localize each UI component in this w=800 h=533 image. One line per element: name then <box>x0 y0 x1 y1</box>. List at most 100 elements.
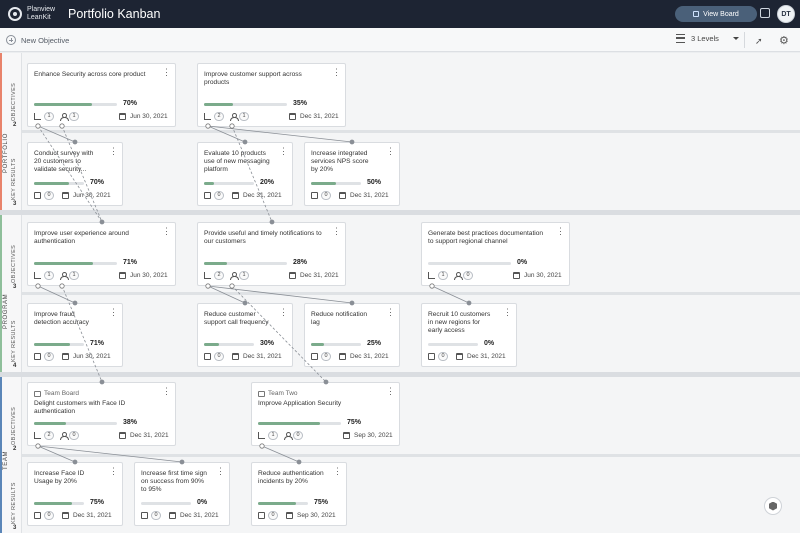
check-count-badge[interactable]: 0 <box>438 352 448 361</box>
program-objectives-label: OBJECTIVES <box>11 244 17 283</box>
owners-count-badge[interactable]: 1 <box>239 112 249 121</box>
card-title[interactable]: Improve fraud detection accuracy <box>34 311 100 327</box>
card-footer: 0 Jun 30, 2021 <box>34 352 116 362</box>
children-count-badge[interactable]: 1 <box>438 271 448 280</box>
more-options-icon[interactable]: ⋮ <box>332 227 341 236</box>
more-options-icon[interactable]: ⋮ <box>386 147 395 156</box>
notifications-icon[interactable] <box>760 8 770 18</box>
more-options-icon[interactable]: ⋮ <box>109 308 118 317</box>
owners-count-badge[interactable]: 1 <box>69 271 79 280</box>
children-count-badge[interactable]: 1 <box>44 271 54 280</box>
progress-bar <box>204 262 287 265</box>
more-options-icon[interactable]: ⋮ <box>279 308 288 317</box>
new-objective-button[interactable]: New Objective <box>6 35 69 45</box>
card-title[interactable]: Provide useful and timely notifications … <box>204 230 323 246</box>
key-result-card[interactable]: Conduct survey with 20 customers to vali… <box>27 142 123 206</box>
objective-card[interactable]: Improve customer support across products… <box>197 63 346 127</box>
progress-percent: 38% <box>123 419 138 426</box>
check-count-badge[interactable]: 0 <box>151 511 161 520</box>
check-count-badge[interactable]: 0 <box>214 191 224 200</box>
objective-card[interactable]: Enhance Security across core product ⋮ 70%… <box>27 63 176 127</box>
gear-icon[interactable]: ⚙ <box>779 34 789 47</box>
owners-count-badge[interactable]: 0 <box>463 271 473 280</box>
key-result-card[interactable]: Increase Face ID Usage by 20% ⋮ 75% 0 Dec 31… <box>27 462 123 526</box>
check-count-badge[interactable]: 0 <box>214 352 224 361</box>
more-options-icon[interactable]: ⋮ <box>333 467 342 476</box>
more-options-icon[interactable]: ⋮ <box>162 387 171 396</box>
card-title[interactable]: Improve customer support across products <box>204 71 323 87</box>
card-title[interactable]: Reduce authentication incidents by 20% <box>258 470 324 486</box>
key-result-card[interactable]: Evaluate 10 products use of new messagin… <box>197 142 293 206</box>
more-options-icon[interactable]: ⋮ <box>162 68 171 77</box>
card-footer: 1 1 Jun 30, 2021 <box>34 112 169 122</box>
children-count-badge[interactable]: 1 <box>268 431 278 440</box>
card-title[interactable]: Improve Application Security <box>258 400 377 408</box>
owners-count-badge[interactable]: 1 <box>239 271 249 280</box>
children-count-badge[interactable]: 2 <box>214 112 224 121</box>
card-title[interactable]: Enhance Security across core product <box>34 71 153 79</box>
check-count-badge[interactable]: 0 <box>44 352 54 361</box>
more-options-icon[interactable]: ⋮ <box>109 147 118 156</box>
objective-card[interactable]: Improve user experience around authentic… <box>27 222 176 286</box>
check-count-badge[interactable]: 0 <box>321 352 331 361</box>
due-date: Dec 31, 2021 <box>130 432 169 439</box>
hierarchy-icon <box>34 113 41 120</box>
owners-count-badge[interactable]: 0 <box>69 431 79 440</box>
more-options-icon[interactable]: ⋮ <box>386 387 395 396</box>
key-result-card[interactable]: Reduce customer support call frequency ⋮ 3… <box>197 303 293 367</box>
children-count-badge[interactable]: 1 <box>44 112 54 121</box>
levels-dropdown[interactable]: 3 Levels <box>676 34 739 43</box>
key-result-card[interactable]: Improve fraud detection accuracy ⋮ 71% 0 Jun… <box>27 303 123 367</box>
card-title[interactable]: Evaluate 10 products use of new messagin… <box>204 150 270 174</box>
key-result-card[interactable]: Reduce authentication incidents by 20% ⋮ 7… <box>251 462 347 526</box>
key-result-card[interactable]: Increase integrated services NPS score b… <box>304 142 400 206</box>
due-date: Dec 31, 2021 <box>73 512 112 519</box>
key-result-card[interactable]: Recruit 10 customers in new regions for … <box>421 303 517 367</box>
key-result-card[interactable]: Increase first time sign on success from… <box>134 462 230 526</box>
card-title[interactable]: Reduce customer support call frequency <box>204 311 270 327</box>
card-title[interactable]: Delight customers with Face ID authentic… <box>34 400 153 416</box>
planview-logo[interactable]: Planview LeanKit <box>8 6 55 21</box>
card-title[interactable]: Improve user experience around authentic… <box>34 230 153 246</box>
more-options-icon[interactable]: ⋮ <box>503 308 512 317</box>
card-title[interactable]: Increase Face ID Usage by 20% <box>34 470 100 486</box>
avatar[interactable]: DT <box>777 5 795 23</box>
objective-card[interactable]: Team Two Improve Application Security ⋮ 75%… <box>251 382 400 446</box>
check-count-badge[interactable]: 0 <box>268 511 278 520</box>
card-title[interactable]: Increase integrated services NPS score b… <box>311 150 377 174</box>
send-icon[interactable]: ➚ <box>755 36 763 47</box>
owners-count-badge[interactable]: 0 <box>293 431 303 440</box>
card-title[interactable]: Reduce notification lag <box>311 311 377 327</box>
objective-card[interactable]: Provide useful and timely notifications … <box>197 222 346 286</box>
toolbar-divider <box>744 32 745 48</box>
view-board-button[interactable]: View Board <box>675 6 757 22</box>
more-options-icon[interactable]: ⋮ <box>556 227 565 236</box>
card-title[interactable]: Conduct survey with 20 customers to vali… <box>34 150 100 174</box>
checkbox-icon <box>34 353 41 360</box>
progress-bar <box>34 182 84 185</box>
progress-fill <box>311 182 336 185</box>
check-count-badge[interactable]: 0 <box>44 511 54 520</box>
children-count-badge[interactable]: 2 <box>44 431 54 440</box>
card-title[interactable]: Recruit 10 customers in new regions for … <box>428 311 494 335</box>
more-options-icon[interactable]: ⋮ <box>386 308 395 317</box>
key-result-card[interactable]: Reduce notification lag ⋮ 25% 0 Dec 31, 2021 <box>304 303 400 367</box>
due-date: Dec 31, 2021 <box>243 192 282 199</box>
objective-card[interactable]: Team Board Delight customers with Face ID… <box>27 382 176 446</box>
check-count-badge[interactable]: 0 <box>44 191 54 200</box>
help-button[interactable] <box>764 497 782 515</box>
progress-bar <box>311 182 361 185</box>
objective-card[interactable]: Generate best practices documentation to… <box>421 222 570 286</box>
card-title[interactable]: Increase first time sign on success from… <box>141 470 207 494</box>
progress-bar <box>141 502 191 505</box>
more-options-icon[interactable]: ⋮ <box>109 467 118 476</box>
more-options-icon[interactable]: ⋮ <box>216 467 225 476</box>
more-options-icon[interactable]: ⋮ <box>279 147 288 156</box>
progress-bar <box>34 343 84 346</box>
check-count-badge[interactable]: 0 <box>321 191 331 200</box>
more-options-icon[interactable]: ⋮ <box>332 68 341 77</box>
card-title[interactable]: Generate best practices documentation to… <box>428 230 547 246</box>
owners-count-badge[interactable]: 1 <box>69 112 79 121</box>
children-count-badge[interactable]: 2 <box>214 271 224 280</box>
more-options-icon[interactable]: ⋮ <box>162 227 171 236</box>
